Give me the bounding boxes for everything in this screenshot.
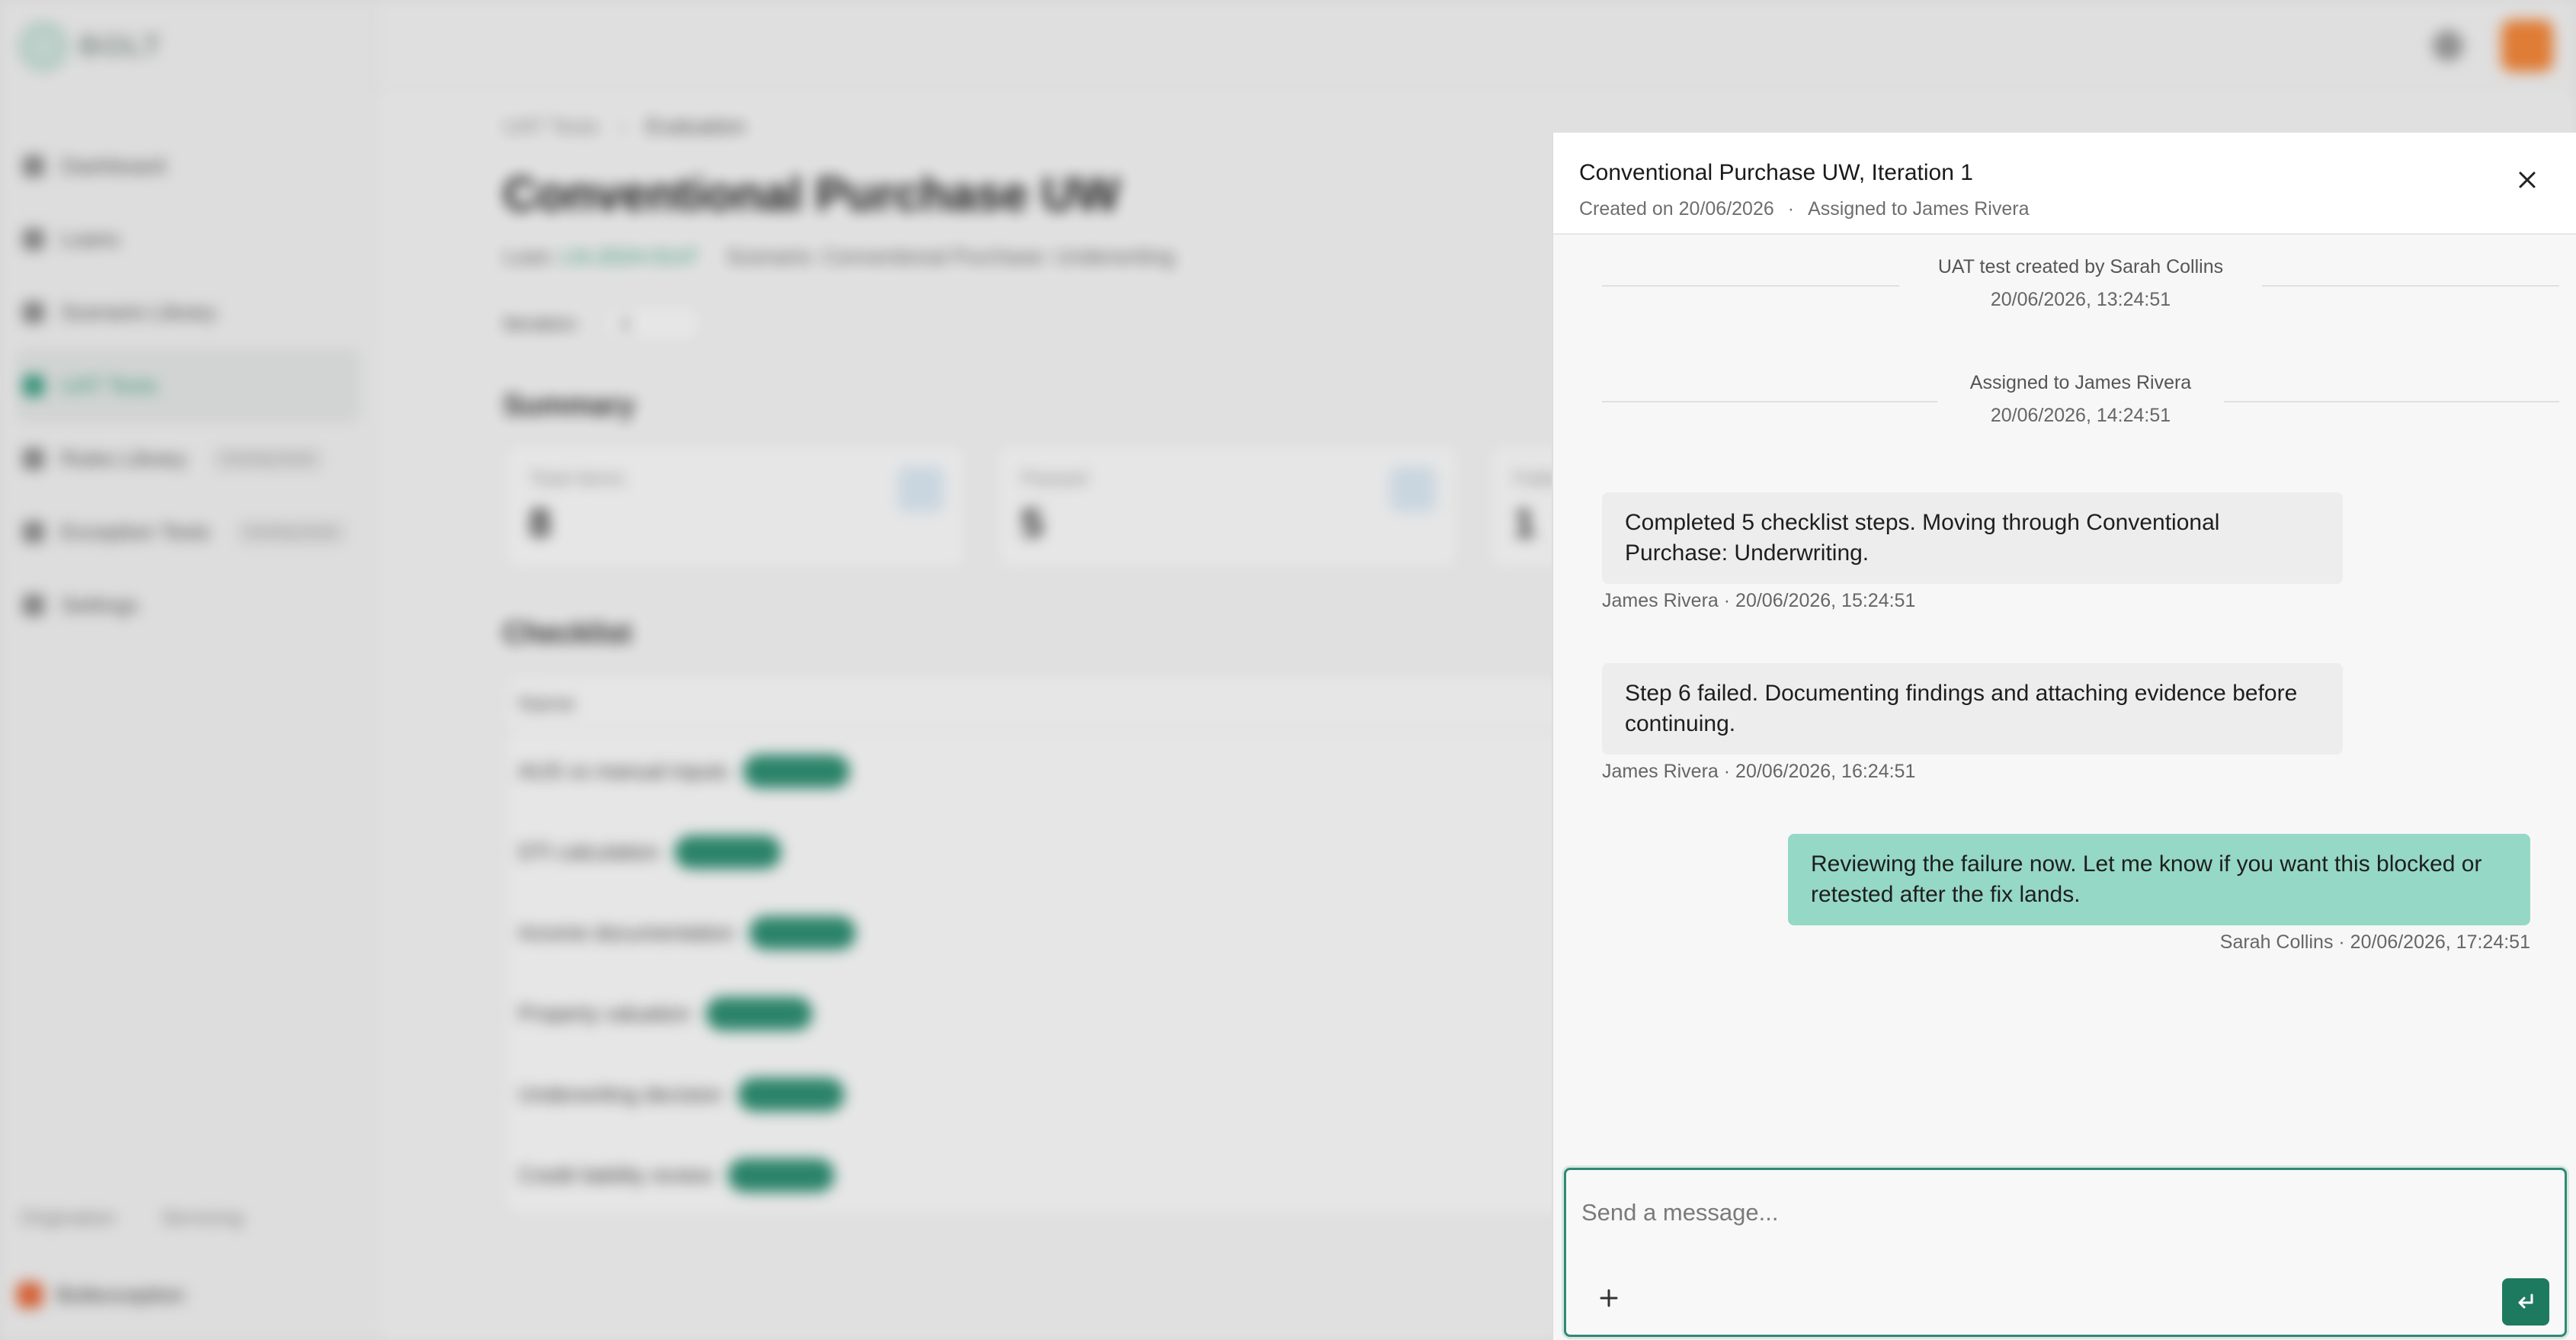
event-text: UAT test created by Sarah Collins: [1937, 256, 2224, 277]
divider: [2224, 401, 2559, 402]
own-message-bubble: Reviewing the failure now. Let me know i…: [1788, 834, 2530, 925]
message-input[interactable]: [1581, 1191, 2549, 1234]
message-bubble: Step 6 failed. Documenting findings and …: [1602, 663, 2343, 755]
system-event: UAT test created by Sarah Collins 20/06/…: [1602, 256, 2559, 311]
divider: [1602, 401, 1937, 402]
message-meta: James Rivera · 20/06/2026, 16:24:51: [1602, 761, 1916, 782]
message-composer: [1564, 1168, 2567, 1337]
panel-subtitle: Created on 20/06/2026 · Assigned to Jame…: [1579, 198, 2030, 220]
event-text: Assigned to James Rivera: [1969, 372, 2192, 393]
enter-icon: [2518, 1294, 2533, 1309]
message-bubble: Completed 5 checklist steps. Moving thro…: [1602, 492, 2343, 584]
message-meta: Sarah Collins · 20/06/2026, 17:24:51: [2219, 931, 2530, 953]
event-time: 20/06/2026, 13:24:51: [1990, 289, 2171, 310]
plus-icon: [1600, 1289, 1618, 1307]
system-event: Assigned to James Rivera 20/06/2026, 14:…: [1602, 372, 2559, 427]
close-icon: [2519, 172, 2536, 188]
panel-title: Conventional Purchase UW, Iteration 1: [1579, 160, 1973, 185]
divider: [1602, 285, 1899, 287]
separator-dot: ·: [1787, 198, 1795, 220]
send-button[interactable]: [2502, 1278, 2549, 1326]
event-time: 20/06/2026, 14:24:51: [1990, 405, 2171, 426]
message-timeline[interactable]: UAT test created by Sarah Collins 20/06/…: [1553, 236, 2576, 1285]
message-meta: James Rivera · 20/06/2026, 15:24:51: [1602, 590, 1916, 611]
assignee: Assigned to James Rivera: [1808, 198, 2030, 220]
divider: [2262, 285, 2559, 287]
close-button[interactable]: [2510, 163, 2544, 197]
panel-header: Conventional Purchase UW, Iteration 1 Cr…: [1553, 133, 2576, 235]
attach-button[interactable]: [1594, 1283, 1624, 1313]
created-date: Created on 20/06/2026: [1579, 198, 1774, 220]
activity-panel: Conventional Purchase UW, Iteration 1 Cr…: [1552, 133, 2576, 1340]
